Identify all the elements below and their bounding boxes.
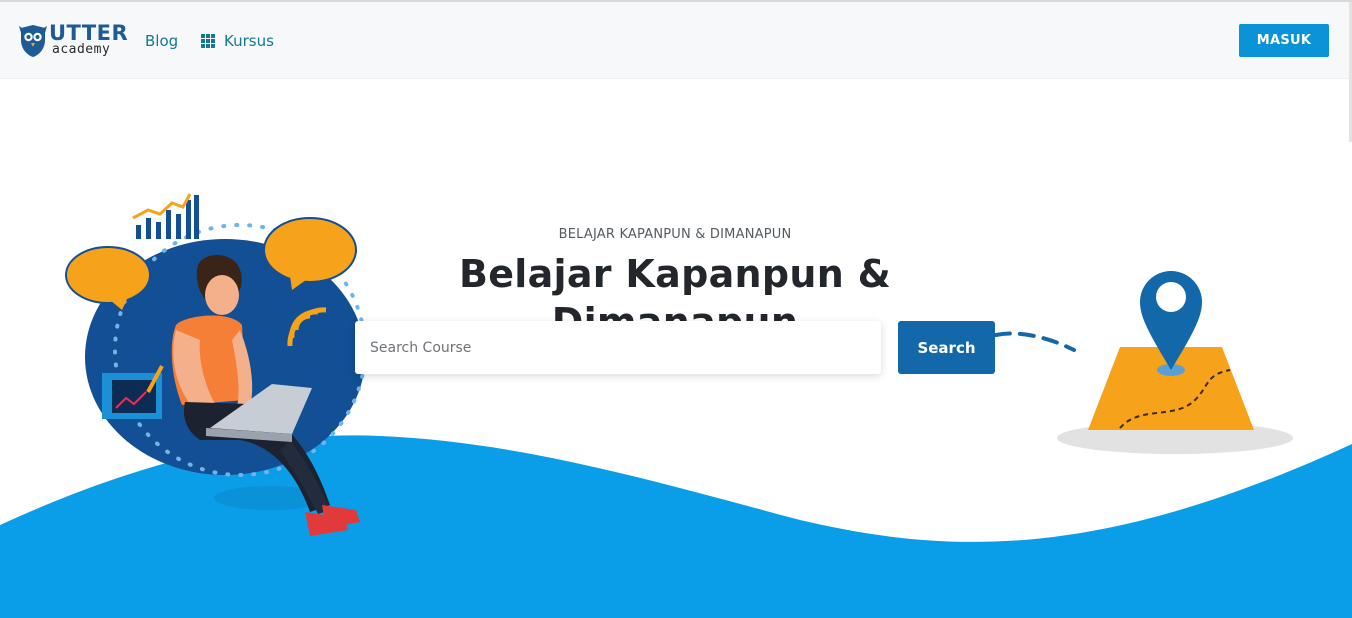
brand-name: UTTER [49, 21, 129, 45]
brand-tagline: academy [52, 42, 111, 57]
grid-icon [201, 34, 215, 48]
map-location-pin-illustration [994, 271, 1293, 454]
login-button[interactable]: MASUK [1239, 24, 1329, 57]
search-button[interactable]: Search [898, 321, 995, 374]
owl-shield-icon [19, 25, 47, 57]
nav-kursus-label: Kursus [224, 32, 274, 50]
brand-logo[interactable]: UTTER academy [19, 22, 131, 62]
nav-kursus-link[interactable]: Kursus [201, 31, 274, 51]
nav-blog-link[interactable]: Blog [145, 31, 178, 51]
hero-subtitle: BELAJAR KAPANPUN & DIMANAPUN [558, 227, 792, 242]
search-course-input[interactable] [355, 321, 881, 374]
navbar: UTTER academy Blog Kursus MASUK [0, 2, 1352, 79]
